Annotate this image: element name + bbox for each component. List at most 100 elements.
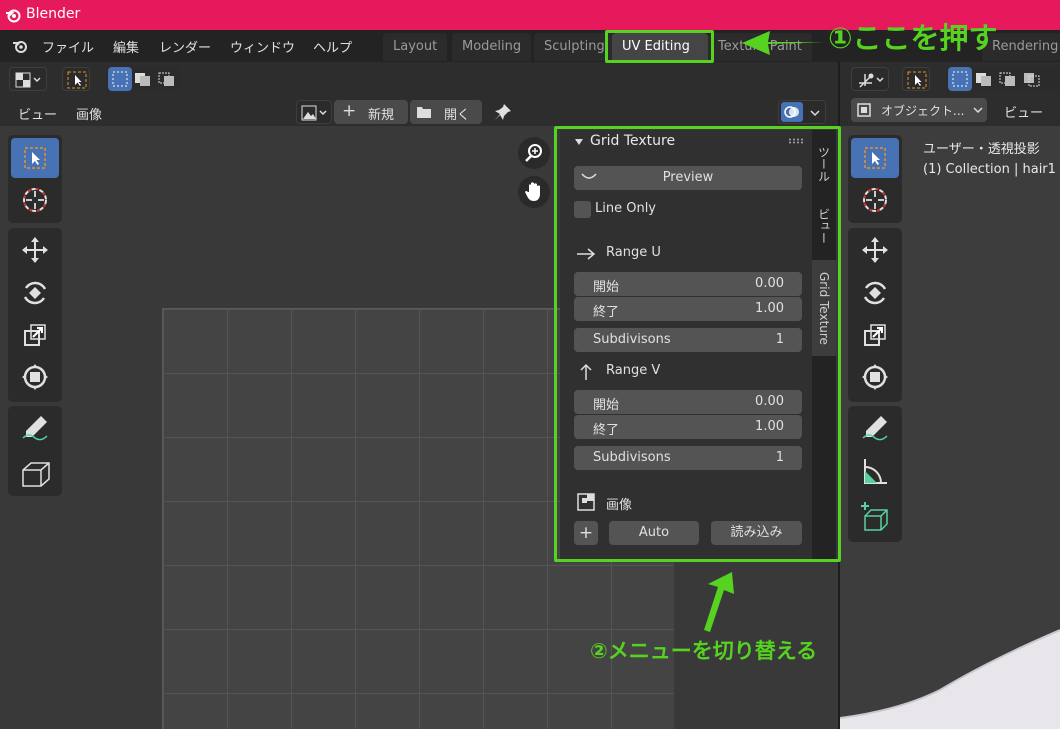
editor-type-button[interactable]	[9, 67, 47, 91]
select-box-icon	[24, 147, 46, 169]
annotation-step-2: ②メニューを切り替える	[590, 639, 818, 663]
viewport-tool-transform[interactable]	[851, 357, 899, 397]
menu-edit[interactable]: 編集	[113, 37, 139, 56]
viewport-collection-label: (1) Collection | hair1	[923, 162, 1056, 177]
select-extend-icon[interactable]	[133, 71, 153, 87]
viewport-tool-cursor[interactable]	[851, 180, 899, 220]
tool-move[interactable]	[11, 230, 59, 270]
character-arm	[840, 629, 1060, 729]
tool-sample[interactable]	[11, 453, 59, 493]
viewport-tool-measure[interactable]	[851, 451, 899, 491]
select-new-icon	[112, 71, 128, 87]
menu-file[interactable]: ファイル	[42, 37, 94, 56]
blender-menu-icon[interactable]	[11, 38, 29, 54]
tool-cursor[interactable]	[11, 180, 59, 220]
menu-render[interactable]: レンダー	[159, 37, 211, 56]
viewport-header: オブジェクト... ビュー	[840, 62, 1060, 126]
viewport-select-button[interactable]	[902, 67, 930, 91]
blender-window: Blender ファイル 編集 レンダー ウィンドウ ヘルプ Layout Mo…	[0, 0, 1060, 729]
uv-menu-image[interactable]: 画像	[76, 104, 102, 123]
tab-sculpting[interactable]: Sculpting	[534, 33, 615, 61]
select-subtract-icon[interactable]	[998, 71, 1018, 87]
cursor-icon	[23, 188, 47, 212]
viewport-projection-label: ユーザー・透視投影	[923, 142, 1040, 157]
move-icon	[862, 237, 888, 263]
highlight-uv-editing-tab	[605, 30, 714, 63]
viewport-tool-move[interactable]	[851, 230, 899, 270]
viewport-tool-rotate[interactable]	[851, 273, 899, 313]
viewport-toolbar-annotate-group	[848, 406, 902, 542]
tool-annotate[interactable]	[11, 408, 59, 448]
viewport-tool-select-box[interactable]	[851, 138, 899, 178]
pencil-icon	[22, 416, 48, 441]
viewport-menu-view[interactable]: ビュー	[1004, 102, 1043, 121]
add-cube-icon	[861, 502, 888, 531]
pin-icon[interactable]	[494, 103, 512, 121]
rotate-icon	[863, 281, 887, 305]
tool-scale[interactable]	[11, 315, 59, 355]
viewport-select-box-group	[946, 67, 1060, 91]
highlight-sidebar-panel	[554, 126, 841, 562]
viewport-toolbar-transform-group	[848, 228, 902, 402]
open-image-button[interactable]: 開く	[410, 100, 482, 124]
arrow-up-annotation-icon	[704, 572, 734, 632]
image-browse-button[interactable]	[296, 100, 332, 124]
axes-icon	[859, 73, 884, 88]
arrow-left-annotation-icon	[742, 31, 824, 55]
cursor-select-icon	[907, 71, 927, 89]
app-title: Blender	[26, 6, 81, 22]
object-mode-icon	[857, 103, 871, 117]
toolbar-transform-group	[8, 228, 62, 402]
image-icon	[301, 105, 327, 121]
pan-gizmo[interactable]	[518, 176, 550, 208]
select-extend-icon[interactable]	[974, 71, 994, 87]
zoom-gizmo[interactable]	[518, 137, 550, 169]
viewport-tool-scale[interactable]	[851, 315, 899, 355]
pencil-icon	[862, 416, 888, 441]
select-mode-button[interactable]	[62, 67, 90, 91]
tool-select-box[interactable]	[11, 138, 59, 178]
viewport-editor-type-button[interactable]	[851, 67, 889, 91]
rotate-icon	[23, 281, 47, 305]
blender-logo-icon	[6, 9, 21, 23]
tool-rotate[interactable]	[11, 273, 59, 313]
uv-menu-view[interactable]: ビュー	[18, 104, 57, 123]
viewport-tool-add-cube[interactable]	[851, 496, 899, 536]
checker-icon	[15, 72, 41, 88]
plus-icon: +	[342, 101, 357, 121]
overlay-icon	[784, 106, 799, 118]
toolbar-select-group	[8, 135, 62, 223]
uv-editor-header: ビュー 画像 + 新規 開く	[0, 62, 838, 126]
select-box-icon	[864, 147, 886, 169]
menu-window[interactable]: ウィンドウ	[230, 37, 295, 56]
move-icon	[22, 237, 48, 263]
select-box-group	[106, 67, 180, 91]
menu-help[interactable]: ヘルプ	[313, 37, 352, 56]
tab-layout[interactable]: Layout	[383, 33, 448, 61]
tool-transform[interactable]	[11, 357, 59, 397]
select-new-button[interactable]	[108, 67, 132, 91]
viewport-toolbar-select-group	[848, 135, 902, 223]
cursor-icon	[863, 188, 887, 212]
overlay-button[interactable]	[778, 100, 826, 124]
viewport-select-new-button[interactable]	[948, 67, 972, 91]
scale-icon	[24, 324, 46, 346]
hand-icon	[525, 182, 540, 201]
cursor-select-icon	[67, 71, 87, 89]
cube-cursor-icon	[22, 462, 50, 487]
transform-icon	[862, 364, 888, 390]
object-mode-dropdown[interactable]: オブジェクト...	[851, 98, 987, 122]
tab-modeling[interactable]: Modeling	[452, 33, 532, 61]
select-invert-icon[interactable]	[1022, 71, 1042, 87]
select-subtract-icon[interactable]	[157, 71, 177, 87]
viewport-tool-annotate[interactable]	[851, 408, 899, 448]
zoom-icon	[525, 144, 542, 162]
new-image-button[interactable]: + 新規	[334, 100, 408, 124]
annotation-step-1: ①ここを押す	[828, 21, 998, 55]
scale-icon	[864, 324, 886, 346]
ruler-icon	[864, 459, 887, 484]
transform-icon	[22, 364, 48, 390]
chevron-down-icon	[810, 110, 820, 117]
folder-icon	[417, 107, 431, 118]
toolbar-annotate-group	[8, 406, 62, 496]
